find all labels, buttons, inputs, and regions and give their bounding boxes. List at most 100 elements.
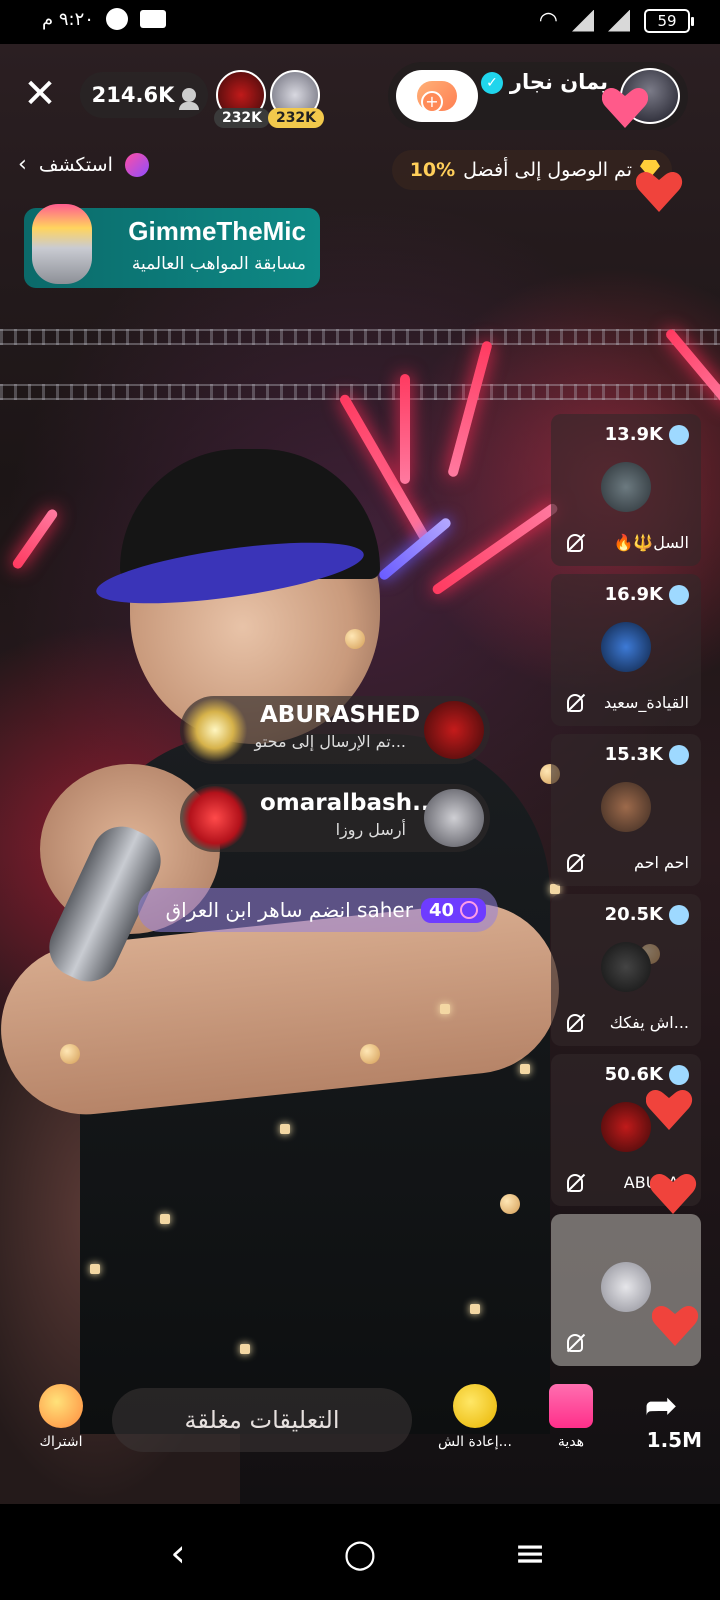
repost-icon: [453, 1384, 497, 1428]
stage-truss: [0, 384, 720, 400]
coin-effect: [345, 629, 365, 649]
top-viewer-badge: 232K: [268, 108, 324, 128]
snowflake-icon: [669, 424, 689, 445]
share-count: 1.5M: [646, 1428, 702, 1452]
promo-banner[interactable]: GimmeTheMic مسابقة المواهب العالمية: [24, 204, 320, 288]
repost-label: إعادة الش...: [438, 1434, 512, 1450]
guest-panel[interactable]: 20.5K اش يفكك...: [551, 894, 701, 1046]
guest-score-value: 15.3K: [604, 744, 663, 765]
host-name: يمان نجار: [509, 70, 608, 94]
guest-name: اش يفكك...: [609, 1013, 689, 1032]
follow-button[interactable]: +: [396, 70, 478, 122]
battery-icon: 59: [644, 8, 694, 33]
gift-user-avatar[interactable]: [424, 789, 484, 847]
guest-panel[interactable]: 13.9K 🔥🔱السل: [551, 414, 701, 566]
level-value: 40: [428, 899, 454, 921]
confetti-effect: [160, 1214, 170, 1224]
coin-effect: [360, 1044, 380, 1064]
guest-avatar: [601, 782, 651, 832]
back-icon[interactable]: ‹: [148, 1528, 208, 1578]
subscribe-label: اشتراك: [39, 1434, 83, 1450]
wifi-icon: ◠: [538, 8, 558, 33]
mic-muted-icon: [567, 1014, 583, 1032]
mic-muted-icon: [567, 1174, 583, 1192]
light-beam: [430, 501, 560, 597]
snowflake-icon: [669, 1064, 689, 1085]
join-notification: انضم ساهر ابن العراق saher 40: [138, 888, 498, 932]
level-badge: 40: [420, 897, 486, 923]
gift-button[interactable]: هدية: [526, 1384, 616, 1450]
viewer-count-value: 214.6K: [91, 83, 175, 107]
snowflake-icon: [669, 744, 689, 765]
guest-avatar: [601, 942, 651, 992]
status-right: ◠ 59: [538, 8, 694, 33]
stage-truss: [0, 329, 720, 345]
explore-label: استكشف: [38, 153, 113, 176]
rank-banner[interactable]: 10% تم الوصول إلى أفضل: [392, 150, 672, 190]
fireworks-gift-icon: [182, 698, 248, 762]
no-signal-icon: [572, 9, 594, 32]
guest-panel[interactable]: 15.3K احم احم: [551, 734, 701, 886]
viewer-count[interactable]: 214.6K: [80, 72, 208, 118]
guest-avatar: [601, 1262, 651, 1312]
heart-icon: +: [417, 81, 457, 113]
mic-muted-icon: [567, 694, 583, 712]
guest-score-value: 16.9K: [604, 584, 663, 605]
menu-icon[interactable]: ≡: [500, 1528, 560, 1578]
gift-user-avatar[interactable]: [424, 701, 484, 759]
rose-gift-icon: [182, 786, 248, 850]
gift-notification[interactable]: omaralbash... أرسل روزا: [180, 784, 490, 852]
guest-score-value: 50.6K: [604, 1064, 663, 1085]
promo-title: GimmeTheMic: [128, 216, 306, 246]
light-beam: [10, 507, 60, 571]
share-button[interactable]: ➦: [616, 1384, 706, 1434]
guest-score: 13.9K: [605, 424, 689, 445]
subscribe-button[interactable]: اشتراك: [16, 1384, 106, 1450]
light-beam: [447, 340, 493, 478]
confetti-effect: [280, 1124, 290, 1134]
video-icon: [139, 10, 166, 28]
comment-input[interactable]: التعليقات مغلقة: [112, 1388, 412, 1452]
confetti-effect: [90, 1264, 100, 1274]
snowflake-icon: [669, 584, 689, 605]
star-icon: [39, 1384, 83, 1428]
confetti-effect: [520, 1064, 530, 1074]
gift-text: أرسل روزا: [335, 820, 406, 839]
mic-muted-icon: [567, 854, 583, 872]
guest-avatar: [601, 462, 651, 512]
mic-muted-icon: [567, 534, 583, 552]
explore-link[interactable]: ‹ استكشف: [18, 152, 149, 177]
guest-score: 16.9K: [605, 584, 689, 605]
gift-box-icon: [549, 1384, 593, 1428]
system-nav-bar: ‹ ○ ≡: [0, 1504, 720, 1600]
battery-level: 59: [657, 11, 677, 30]
share-icon: ➦: [644, 1383, 678, 1429]
gift-text: تم الإرسال إلى محتو...: [254, 732, 406, 751]
snowflake-icon: [669, 904, 689, 925]
snapchat-icon: [105, 8, 128, 30]
close-button[interactable]: ✕: [18, 72, 62, 116]
repost-button[interactable]: إعادة الش...: [430, 1384, 520, 1450]
coin-effect: [60, 1044, 80, 1064]
confetti-effect: [470, 1304, 480, 1314]
comment-placeholder: التعليقات مغلقة: [184, 1406, 340, 1434]
guest-panel[interactable]: [551, 1214, 701, 1366]
light-beam: [400, 374, 410, 484]
gem-icon: [460, 901, 478, 919]
rank-percent: 10%: [409, 159, 456, 181]
home-icon[interactable]: ○: [330, 1528, 390, 1578]
confetti-effect: [240, 1344, 250, 1354]
top-viewer-avatar[interactable]: 232K: [268, 70, 324, 128]
rank-text: تم الوصول إلى أفضل: [463, 159, 632, 181]
guest-name: 🔥🔱السل: [613, 533, 689, 552]
guest-panel[interactable]: 16.9K القيادة_سعيد: [551, 574, 701, 726]
guest-score-value: 13.9K: [604, 424, 663, 445]
microphone-mascot-icon: [32, 204, 92, 284]
top-viewer-avatar[interactable]: 232K: [214, 70, 270, 128]
guest-name: القيادة_سعيد: [604, 693, 689, 712]
explore-dot-icon: [124, 152, 149, 177]
gift-notification[interactable]: ABURASHED تم الإرسال إلى محتو...: [180, 696, 490, 764]
guest-name: احم احم: [633, 853, 689, 872]
coin-effect: [500, 1194, 520, 1214]
bottom-bar: اشتراك التعليقات مغلقة إعادة الش... هدية…: [0, 1380, 720, 1476]
